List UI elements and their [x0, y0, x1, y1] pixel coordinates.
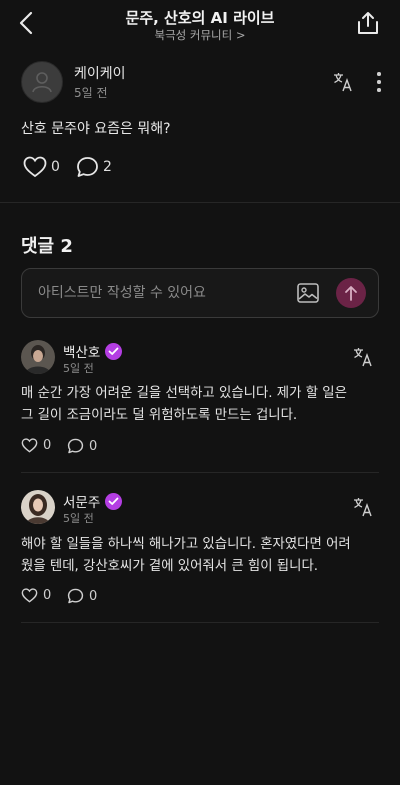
comment-composer — [21, 268, 379, 318]
post-body: 산호 문주야 요즘은 뭐해? — [21, 121, 171, 137]
comment-time: 5일 전 — [63, 512, 94, 525]
send-button[interactable] — [336, 278, 366, 308]
comment-input[interactable] — [38, 269, 288, 317]
comment-author[interactable]: 백산호 — [63, 341, 123, 361]
arrow-up-icon — [345, 286, 357, 301]
post-time: 5일 전 — [74, 86, 108, 100]
like-count: 0 — [43, 588, 52, 603]
comment-body: 해야 할 일들을 하나씩 해나가고 있습니다. 혼자였다면 어려 웠을 텐데, … — [21, 537, 351, 574]
verified-badge-icon — [105, 342, 123, 360]
page-title: 문주, 산호의 AI 라이브 — [125, 9, 275, 27]
avatar[interactable] — [21, 340, 55, 374]
comment-icon — [67, 438, 84, 454]
comment-divider — [21, 622, 379, 623]
share-icon[interactable] — [356, 11, 380, 35]
top-bar: 문주, 산호의 AI 라이브 북극성 커뮤니티 > — [0, 0, 400, 50]
comment-icon — [77, 157, 98, 177]
comments-heading: 댓글 2 — [21, 236, 73, 257]
like-button[interactable]: 0 — [23, 156, 60, 178]
avatar[interactable] — [21, 490, 55, 524]
image-icon[interactable] — [296, 282, 320, 304]
default-user-icon — [32, 72, 52, 93]
translate-icon[interactable] — [332, 71, 354, 93]
heart-icon — [23, 156, 47, 178]
like-count: 0 — [43, 438, 52, 453]
comment-body: 매 순간 가장 어려운 길을 선택하고 있습니다. 제가 할 일은 그 길이 조… — [21, 386, 347, 423]
comment-author[interactable]: 서문주 — [63, 491, 123, 511]
community-link[interactable]: 북극성 커뮤니티 > — [0, 27, 400, 43]
like-count: 0 — [51, 159, 60, 175]
section-divider — [0, 202, 400, 203]
reply-count: 0 — [89, 438, 98, 454]
comment-icon — [67, 588, 84, 604]
translate-icon[interactable] — [352, 496, 374, 518]
comment-divider — [21, 472, 379, 473]
like-button[interactable]: 0 — [21, 438, 51, 453]
profile-photo — [21, 490, 55, 524]
comment-count: 2 — [103, 159, 112, 175]
comment-time: 5일 전 — [63, 362, 94, 375]
verified-badge-icon — [105, 492, 123, 510]
post-author[interactable]: 케이케이 — [74, 63, 126, 83]
more-options-icon[interactable] — [376, 72, 382, 92]
heart-icon — [21, 438, 38, 453]
avatar[interactable] — [21, 61, 63, 103]
translate-icon[interactable] — [352, 346, 374, 368]
like-button[interactable]: 0 — [21, 588, 51, 603]
reply-button[interactable]: 0 — [67, 438, 97, 454]
reply-count: 0 — [89, 588, 98, 604]
profile-photo — [21, 340, 55, 374]
comment-button[interactable]: 2 — [76, 156, 112, 178]
heart-icon — [21, 588, 38, 603]
reply-button[interactable]: 0 — [67, 588, 97, 604]
